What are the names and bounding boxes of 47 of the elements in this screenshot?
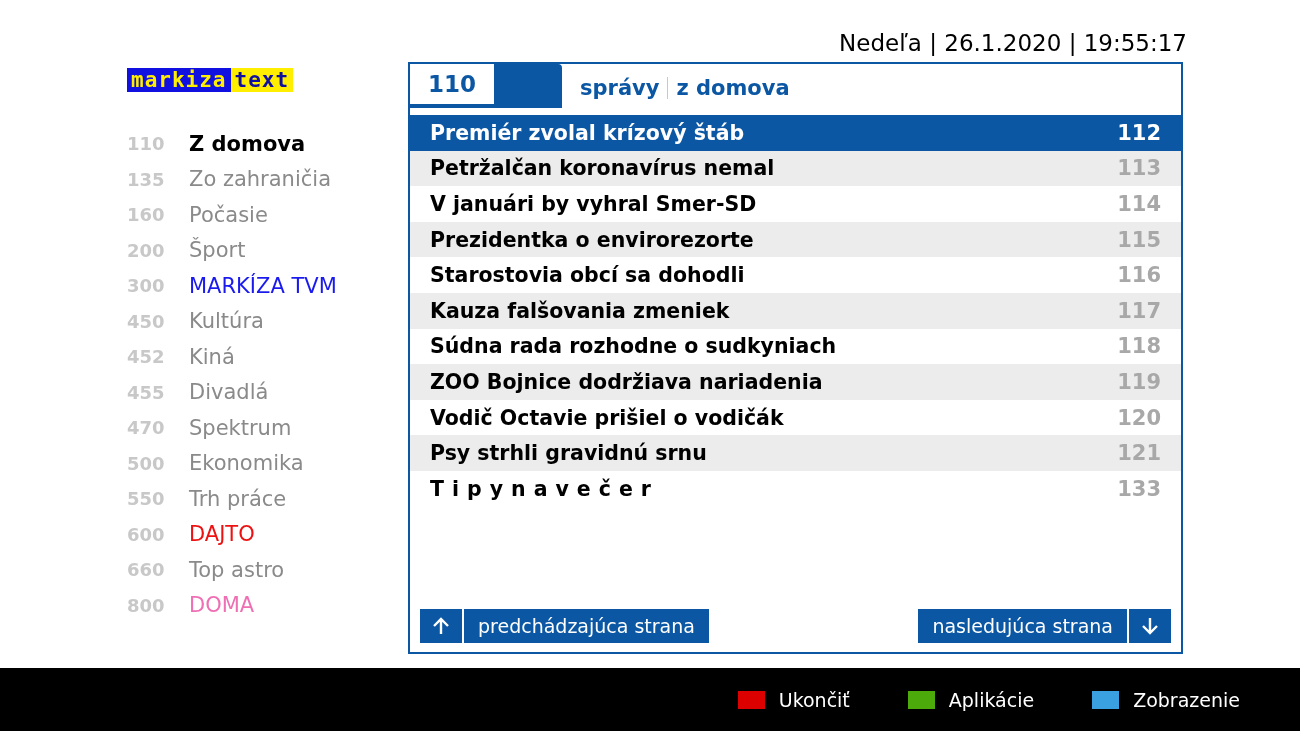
headline-title: Petržalčan koronavírus nemal — [430, 156, 775, 181]
page-number: 113 — [1117, 156, 1161, 181]
previous-page-button[interactable]: predchádzajúca strana — [464, 609, 709, 643]
page-number: 133 — [1117, 476, 1161, 501]
headline-title: Vodič Octavie prišiel o vodičák — [430, 405, 784, 430]
headline-title: V januári by vyhral Smer-SD — [430, 192, 757, 216]
menu-item[interactable]: MARKÍZA TVM — [189, 273, 337, 298]
headline-row[interactable]: Petržalčan koronavírus nemal 113 — [410, 150, 1181, 187]
menu-item[interactable]: Trh práce — [189, 486, 287, 511]
headline-row[interactable]: Premiér zvolal krízový štáb 112 — [410, 115, 1181, 151]
key-label[interactable]: Zobrazenie — [1133, 688, 1240, 711]
headline-row[interactable]: Prezidentka o envirorezorte 115 — [410, 221, 1181, 258]
page-number: 116 — [1117, 263, 1161, 288]
subsection-title: z domova — [676, 76, 790, 100]
headline-row[interactable]: ZOO Bojnice dodržiava nariadenia 119 — [410, 364, 1181, 400]
page-number: 115 — [1117, 227, 1161, 252]
headline-title: Psy strhli gravidnú srnu — [430, 441, 707, 466]
headline-title: Súdna rada rozhodne o sudkyniach — [430, 334, 837, 359]
key-label[interactable]: Aplikácie — [948, 688, 1035, 711]
headline-title: Premiér zvolal krízový štáb — [430, 120, 745, 145]
page-number: 120 — [1117, 405, 1161, 430]
page-number: 121 — [1117, 441, 1161, 466]
page-number: 118 — [1117, 334, 1161, 359]
down-arrow-button[interactable] — [1129, 609, 1171, 643]
menu-item[interactable]: Z domova — [189, 131, 306, 156]
key-label[interactable]: Ukončiť — [778, 688, 850, 711]
logo-word: text — [230, 68, 294, 92]
page-number: 117 — [1117, 298, 1161, 323]
down-arrow-icon — [1139, 615, 1161, 637]
headline-title: ZOO Bojnice dodržiava nariadenia — [430, 369, 823, 394]
menu-item[interactable]: DAJTO — [189, 522, 255, 547]
headline-title: Tipynavečer — [430, 476, 659, 501]
menu-item[interactable]: Top astro — [189, 557, 285, 582]
logo-word: markiza — [127, 68, 231, 92]
up-arrow-button[interactable] — [420, 609, 462, 643]
page-number: 114 — [1117, 192, 1161, 216]
date-time: Nedeľa | 26.1.2020 | 19:55:17 — [838, 30, 1187, 58]
page-number: 119 — [1117, 369, 1161, 394]
headline-row[interactable]: Psy strhli gravidnú srnu 121 — [410, 435, 1181, 471]
section-title: správy — [580, 76, 660, 100]
headline-row[interactable]: Kauza falšovania zmeniek 117 — [410, 292, 1181, 329]
page-number: 112 — [1117, 120, 1161, 145]
headline-title: Starostovia obcí sa dohodli — [430, 263, 745, 288]
headline-title: Prezidentka o envirorezorte — [430, 227, 754, 252]
next-page-button[interactable]: nasledujúca strana — [918, 609, 1127, 643]
page-number-field[interactable]: 110 — [410, 64, 494, 104]
headline-title: Kauza falšovania zmeniek — [430, 298, 730, 323]
